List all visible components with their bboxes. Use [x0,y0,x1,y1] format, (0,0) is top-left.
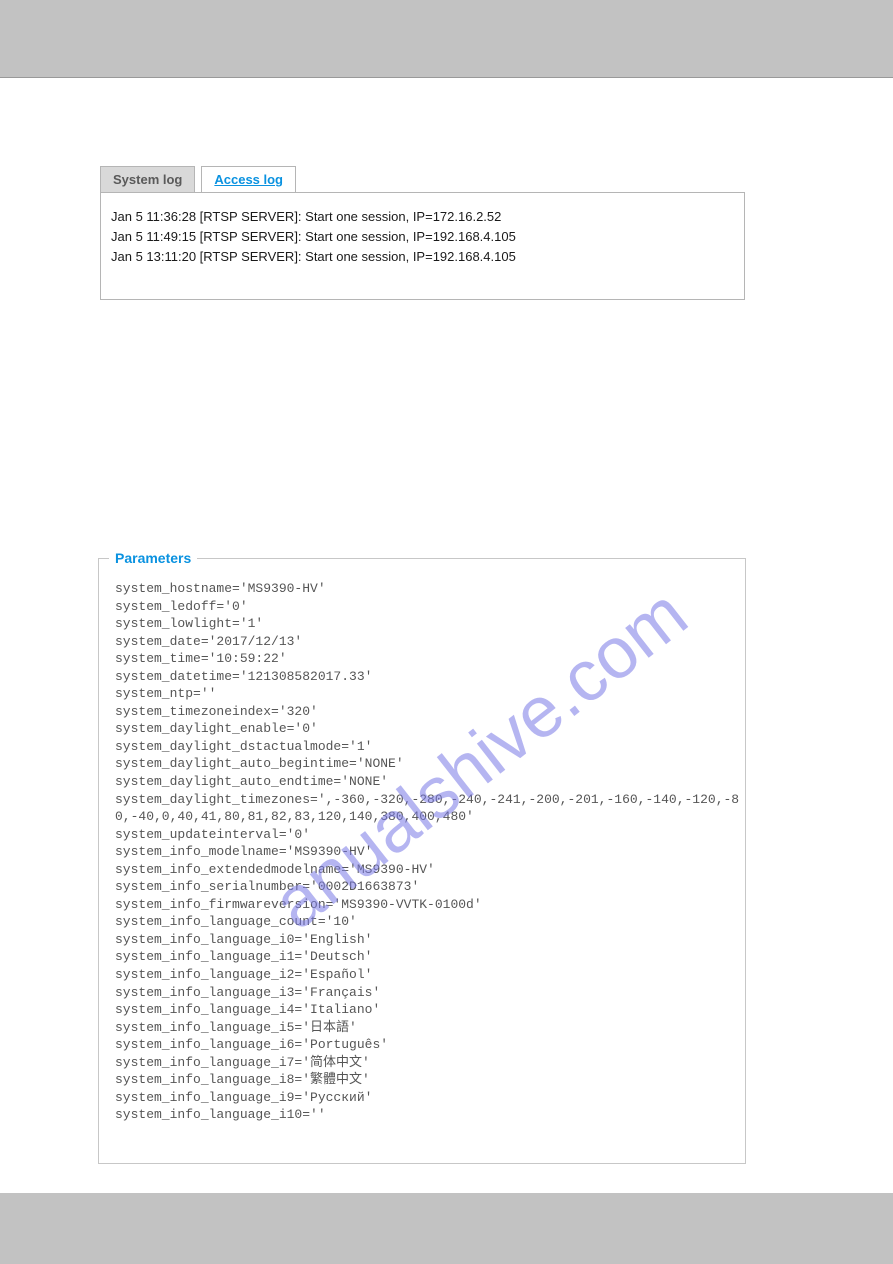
parameter-line: system_daylight_auto_begintime='NONE' [115,755,741,773]
parameter-line: system_daylight_timezones=',-360,-320,-2… [115,791,741,826]
parameters-section: Parameters system_hostname='MS9390-HV'sy… [98,550,746,1164]
parameter-line: system_info_language_i2='Español' [115,966,741,984]
parameter-line: system_datetime='121308582017.33' [115,668,741,686]
log-entry: Jan 5 13:11:20 [RTSP SERVER]: Start one … [111,247,734,267]
parameter-line: system_daylight_auto_endtime='NONE' [115,773,741,791]
parameter-line: system_timezoneindex='320' [115,703,741,721]
log-tabs-section: System log Access log Jan 5 11:36:28 [RT… [100,166,745,300]
parameter-line: system_date='2017/12/13' [115,633,741,651]
parameter-line: system_info_language_i0='English' [115,931,741,949]
parameter-line: system_info_language_i10='' [115,1106,741,1124]
parameter-line: system_info_extendedmodelname='MS9390-HV… [115,861,741,879]
content-area: anualshive.com System log Access log Jan… [0,78,893,1193]
parameter-line: system_lowlight='1' [115,615,741,633]
parameter-line: system_info_serialnumber='0002D1663873' [115,878,741,896]
parameter-line: system_daylight_enable='0' [115,720,741,738]
tab-access-log[interactable]: Access log [201,166,296,192]
parameter-line: system_updateinterval='0' [115,826,741,844]
parameter-line: system_ntp='' [115,685,741,703]
parameters-legend: Parameters [109,550,197,566]
log-entry: Jan 5 11:36:28 [RTSP SERVER]: Start one … [111,207,734,227]
parameter-line: system_info_firmwareversion='MS9390-VVTK… [115,896,741,914]
parameter-line: system_info_language_i1='Deutsch' [115,948,741,966]
top-bar [0,0,893,77]
parameter-line: system_time='10:59:22' [115,650,741,668]
parameter-line: system_info_language_i4='Italiano' [115,1001,741,1019]
tab-system-log[interactable]: System log [100,166,195,192]
parameter-line: system_info_language_i8='繁體中文' [115,1071,741,1089]
parameter-line: system_info_language_i7='简体中文' [115,1054,741,1072]
parameter-line: system_info_modelname='MS9390-HV' [115,843,741,861]
bottom-bar [0,1193,893,1264]
parameter-line: system_ledoff='0' [115,598,741,616]
parameters-scroll-area[interactable]: system_hostname='MS9390-HV'system_ledoff… [99,580,745,1153]
tab-bar: System log Access log [100,166,745,192]
parameter-line: system_info_language_i3='Français' [115,984,741,1002]
parameter-line: system_info_language_i6='Português' [115,1036,741,1054]
access-log-content: Jan 5 11:36:28 [RTSP SERVER]: Start one … [100,192,745,300]
parameter-line: system_info_language_count='10' [115,913,741,931]
parameter-line: system_hostname='MS9390-HV' [115,580,741,598]
parameter-line: system_info_language_i9='Русский' [115,1089,741,1107]
log-entry: Jan 5 11:49:15 [RTSP SERVER]: Start one … [111,227,734,247]
parameters-fieldset: Parameters system_hostname='MS9390-HV'sy… [98,550,746,1164]
parameter-line: system_daylight_dstactualmode='1' [115,738,741,756]
parameter-line: system_info_language_i5='日本語' [115,1019,741,1037]
